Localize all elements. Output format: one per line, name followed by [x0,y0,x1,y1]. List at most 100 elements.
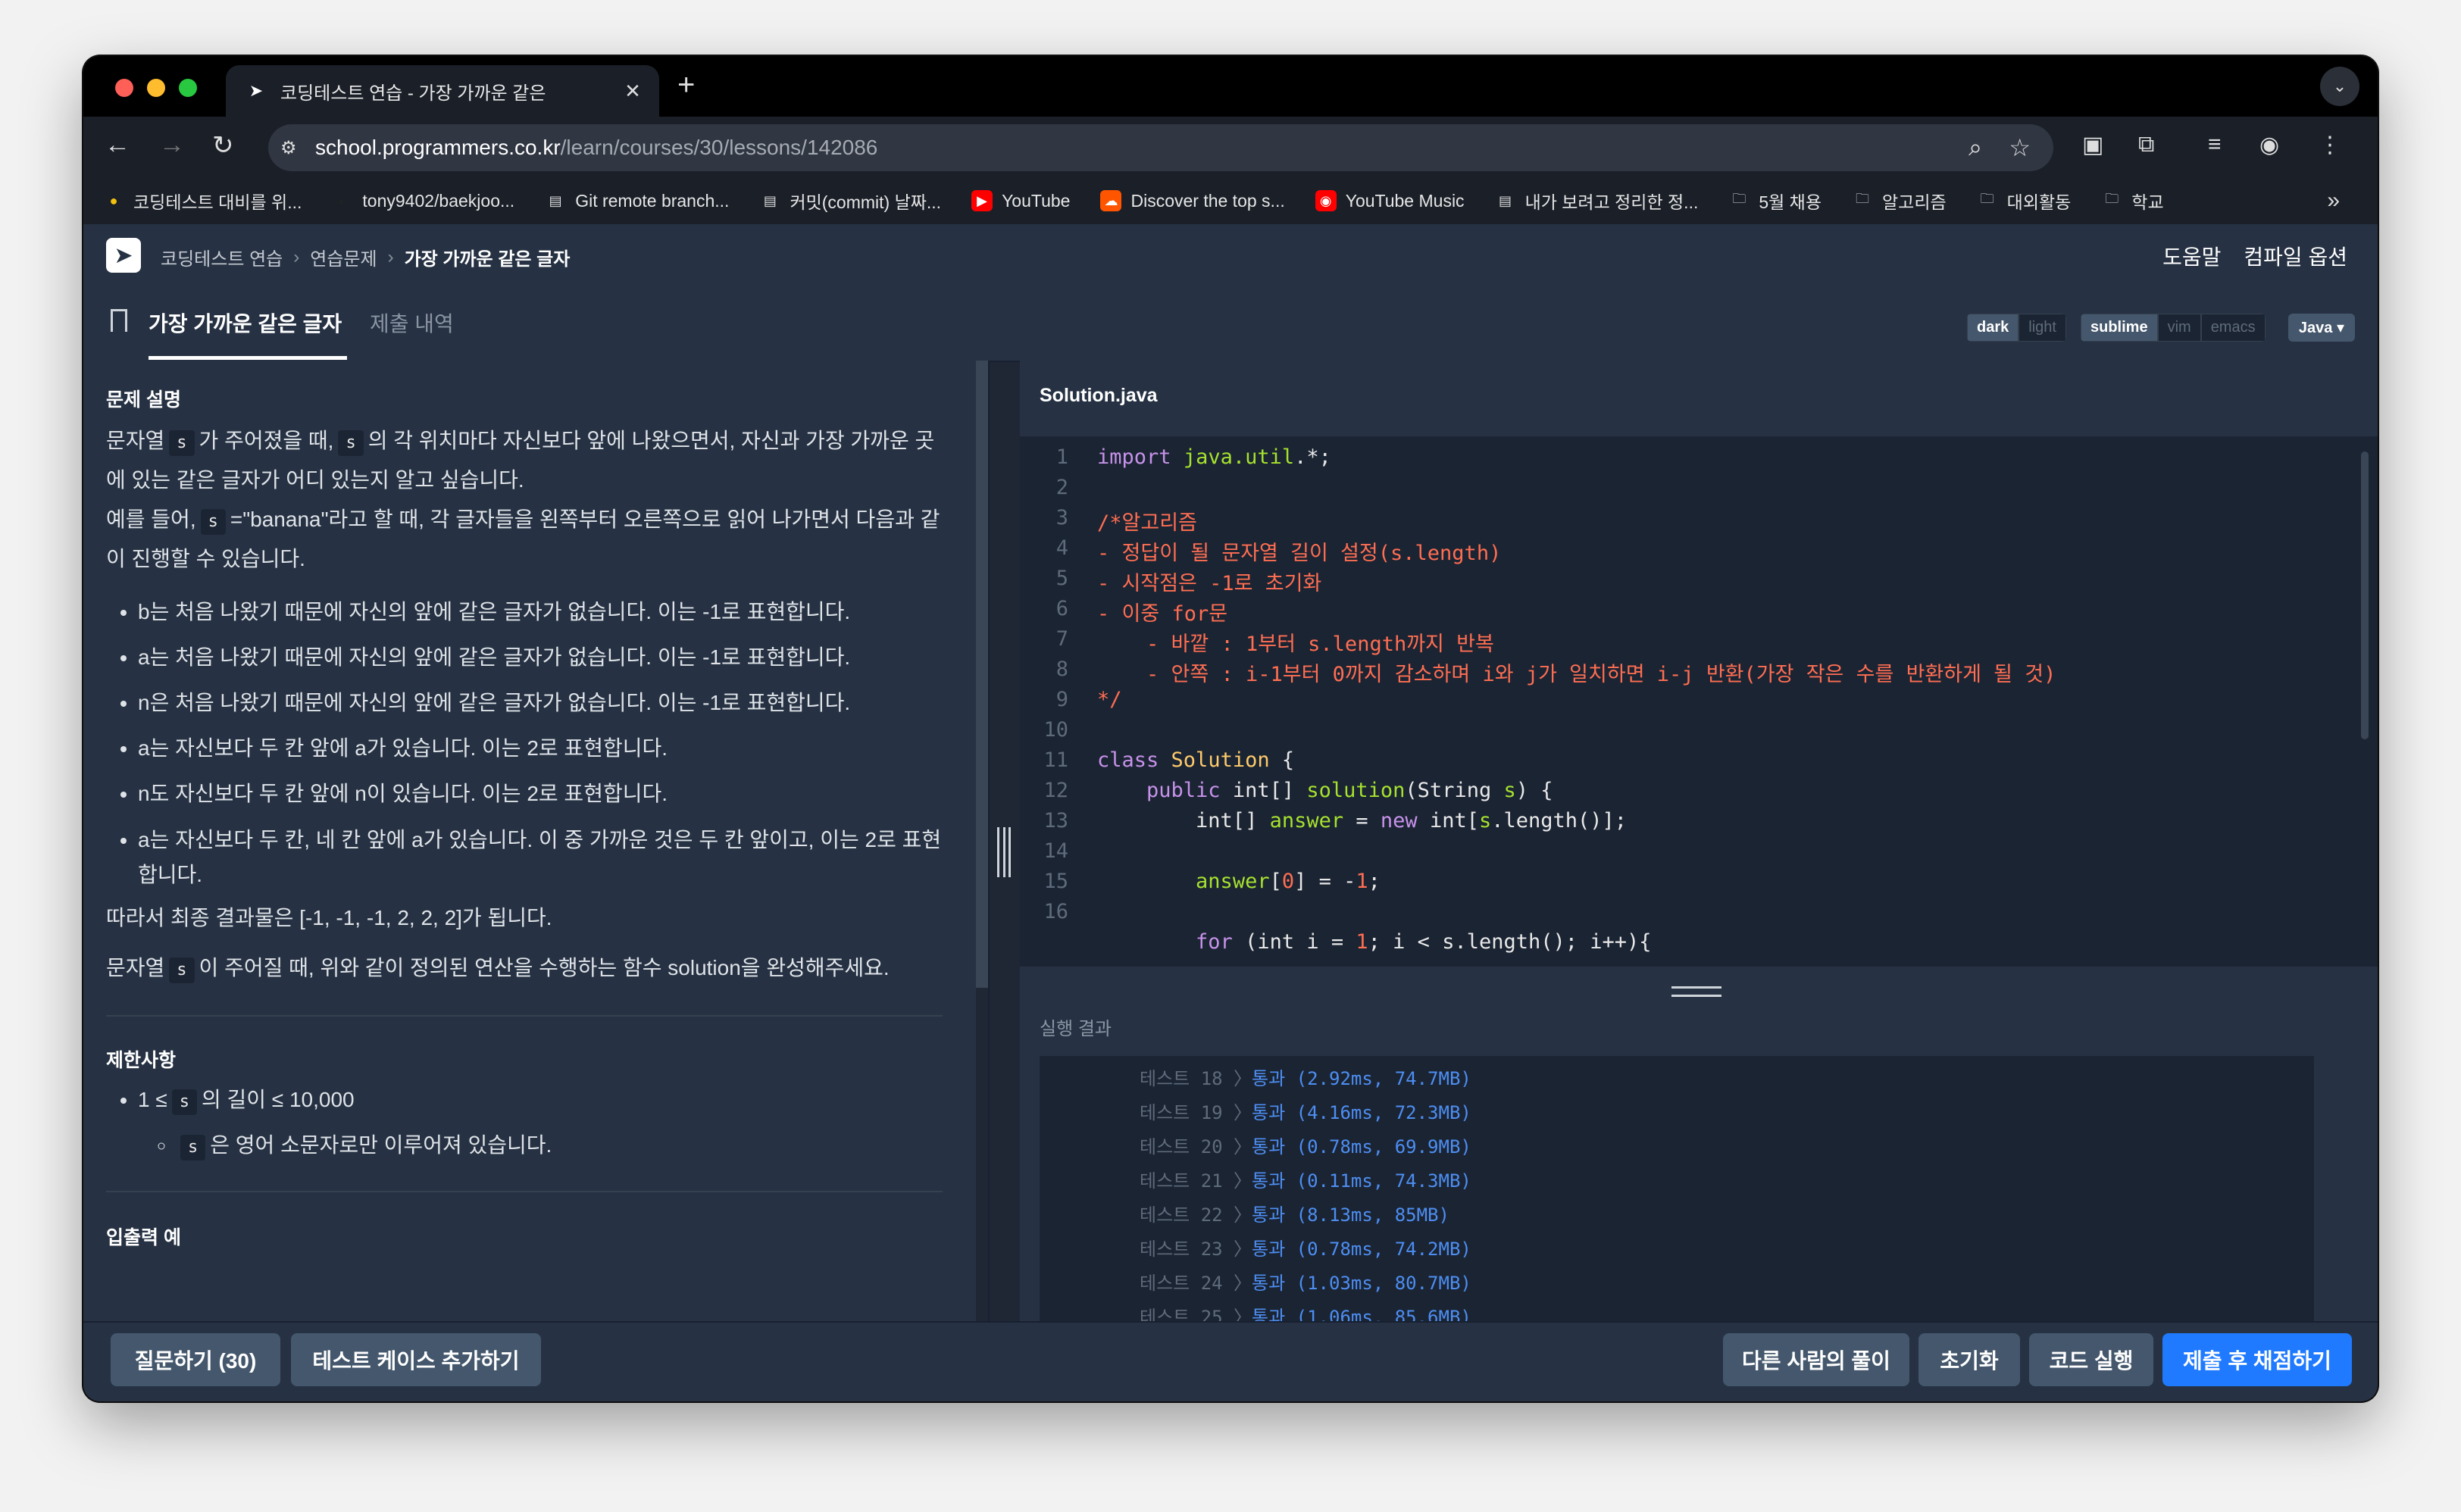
text: 문자열 [106,429,165,452]
bookmark-item[interactable]: ▶ YouTube [971,190,1070,211]
line-number: 1 [1055,445,1068,469]
browser-tab[interactable]: ➤ 코딩테스트 연습 - 가장 가까운 같은 ✕ [226,65,659,117]
bookmark-item[interactable]: ☁ Discover the top s... [1100,190,1285,211]
crumb-practice[interactable]: 연습문제 [310,244,377,270]
horizontal-resize-handle[interactable] [1671,986,1721,997]
code-line: import java.util.*; [1097,445,1331,469]
help-link[interactable]: 도움말 [2162,241,2221,271]
programmers-favicon-icon: ➤ [249,81,264,100]
address-bar[interactable]: ⚙ school.programmers.co.kr/learn/courses… [268,124,2053,171]
chevron-right-icon: 〉 [1234,1273,1252,1294]
new-tab-icon[interactable]: + [677,68,695,102]
bookmark-label: tony9402/baekjoo... [362,190,515,211]
back-icon[interactable]: ← [105,130,130,160]
test-label: 테스트 20 [1140,1136,1223,1157]
bookmark-item[interactable]: 🗀 학교 [2101,188,2163,214]
list-item: 1 ≤s의 길이 ≤ 10,000 s은 영어 소문자로만 이루어져 있습니다. [138,1077,943,1168]
bookmark-icon[interactable] [111,309,127,332]
bookmark-item[interactable]: ▤ 커밋(commit) 날짜... [759,188,941,214]
close-tab-icon[interactable]: ✕ [621,80,644,103]
editor-scrollbar[interactable] [2361,451,2369,739]
bookmark-item[interactable]: 🗀 대외활동 [1977,188,2072,214]
line-number: 10 [1043,718,1068,742]
maximize-window-button[interactable] [179,79,197,97]
bookmark-label: 학교 [2131,192,2164,212]
bookmark-item[interactable]: 🗀 5월 채용 [1728,188,1822,214]
minimize-window-button[interactable] [147,79,165,97]
folder-icon: 🗀 [2105,191,2119,206]
tab-submission-history[interactable]: 제출 내역 [370,308,454,338]
list-item: n도 자신보다 두 칸 앞에 n이 있습니다. 이는 2로 표현합니다. [138,771,943,817]
forward-icon[interactable]: → [159,130,185,160]
ask-question-button[interactable]: 질문하기 (30) [111,1333,280,1386]
close-window-button[interactable] [115,79,133,97]
keymap-vim-button[interactable]: vim [2157,314,2201,342]
theme-light-button[interactable]: light [2019,314,2066,342]
keymap-emacs-button[interactable]: emacs [2200,314,2266,342]
chevron-right-icon: 〉 [1234,1068,1252,1089]
example-steps-list: b는 처음 나왔기 때문에 자신의 앞에 같은 글자가 없습니다. 이는 -1로… [106,589,943,892]
crumb-coding-test[interactable]: 코딩테스트 연습 [161,244,283,270]
result-row: 테스트 25 〉통과 (1.06ms, 85.6MB) [1140,1302,1471,1321]
compile-options-link[interactable]: 컴파일 옵션 [2244,241,2347,271]
zoom-icon[interactable]: ⌕ [1968,133,1982,162]
chevron-right-icon: › [387,246,394,267]
line-number: 6 [1055,597,1068,620]
url-host: school.programmers.co.kr [315,136,561,159]
problem-scrollbar[interactable] [976,361,988,988]
site-settings-icon[interactable]: ⚙ [280,137,311,159]
submit-button[interactable]: 제출 후 채점하기 [2162,1333,2352,1386]
reset-button[interactable]: 초기화 [1918,1333,2020,1386]
code-editor[interactable]: 1 import java.util.*; 2 3 /*알고리즘 4 - 정답이 될 … [1020,436,2378,967]
section-divider [106,1191,943,1192]
code-line: answer[0] = -1; [1196,870,1381,893]
vertical-resize-handle[interactable] [997,827,1011,877]
chevron-right-icon: 〉 [1234,1102,1252,1123]
test-result: 통과 (8.13ms, 85MB) [1252,1204,1449,1226]
result-row: 테스트 24 〉통과 (1.03ms, 80.7MB) [1140,1268,1471,1295]
more-bookmarks-icon[interactable]: » [2327,188,2340,214]
run-code-button[interactable]: 코드 실행 [2029,1333,2153,1386]
bookmark-item[interactable]: ▤ 내가 보려고 정리한 정... [1495,188,1698,214]
puzzle-extensions-icon[interactable]: ⧉ [2138,132,2154,158]
theme-dark-button[interactable]: dark [1967,314,2019,342]
problem-paragraph-1: 문자열 s 가 주어졌을 때, s 의 각 위치마다 자신보다 앞에 나왔으면서, 자신… [106,421,943,500]
result-row: 테스트 23 〉통과 (0.78ms, 74.2MB) [1140,1234,1471,1261]
reload-icon[interactable]: ↻ [212,130,234,161]
text: 1 ≤ [138,1088,167,1111]
bookmark-label: Discover the top s... [1130,190,1285,211]
text: 예를 들어, [106,508,196,531]
crumb-current: 가장 가까운 같은 글자 [404,249,571,270]
profile-avatar-icon[interactable]: ◉ [2259,132,2279,158]
bookmark-star-icon[interactable]: ☆ [2009,133,2031,162]
bookmark-label: Git remote branch... [575,190,730,211]
media-control-icon[interactable]: ≡ [2208,132,2222,158]
tab-search-icon[interactable]: ⌄ [2320,67,2359,106]
tab-problem[interactable]: 가장 가까운 같은 글자 [149,308,342,338]
run-results-console[interactable]: 테스트 18 〉통과 (2.92ms, 74.7MB) 테스트 19 〉통과 (… [1040,1056,2314,1321]
chevron-right-icon: › [293,246,300,267]
add-testcase-button[interactable]: 테스트 케이스 추가하기 [291,1333,541,1386]
url-path: /learn/courses/30/lessons/142086 [560,136,878,159]
problem-panel[interactable]: 문제 설명 문자열 s 가 주어졌을 때, s 의 각 위치마다 자신보다 앞에 나왔으… [83,361,976,1321]
section-heading-limits: 제한사항 [106,1050,177,1071]
keymap-sublime-button[interactable]: sublime [2081,314,2158,342]
language-select[interactable]: Java ▾ [2287,314,2355,342]
theme-toggle: dark light [1967,314,2066,342]
others-solutions-button[interactable]: 다른 사람의 풀이 [1723,1333,1909,1386]
bookmark-label: 커밋(commit) 날짜... [790,192,942,212]
bookmark-item[interactable]: ◉ YouTube Music [1315,190,1465,211]
bookmark-item[interactable]: ▤ Git remote branch... [545,190,730,211]
editor-filename: Solution.java [1040,385,1158,406]
line-number: 13 [1043,809,1068,833]
code-line: - 시작점은 -1로 초기화 [1097,572,1322,595]
line-number: 7 [1055,627,1068,651]
extension-icon[interactable]: ▣ [2082,132,2103,158]
bookmark-item[interactable]: ◐ tony9402/baekjoo... [332,190,514,211]
bookmark-item[interactable]: 🗀 알고리즘 [1852,188,1947,214]
programmers-logo-icon[interactable]: ➤ [106,238,141,273]
bookmark-item[interactable]: ● 코딩테스트 대비를 위... [103,188,302,214]
menu-kebab-icon[interactable]: ⋮ [2319,132,2341,158]
line-number: 9 [1055,688,1068,711]
test-label: 테스트 19 [1140,1102,1223,1123]
